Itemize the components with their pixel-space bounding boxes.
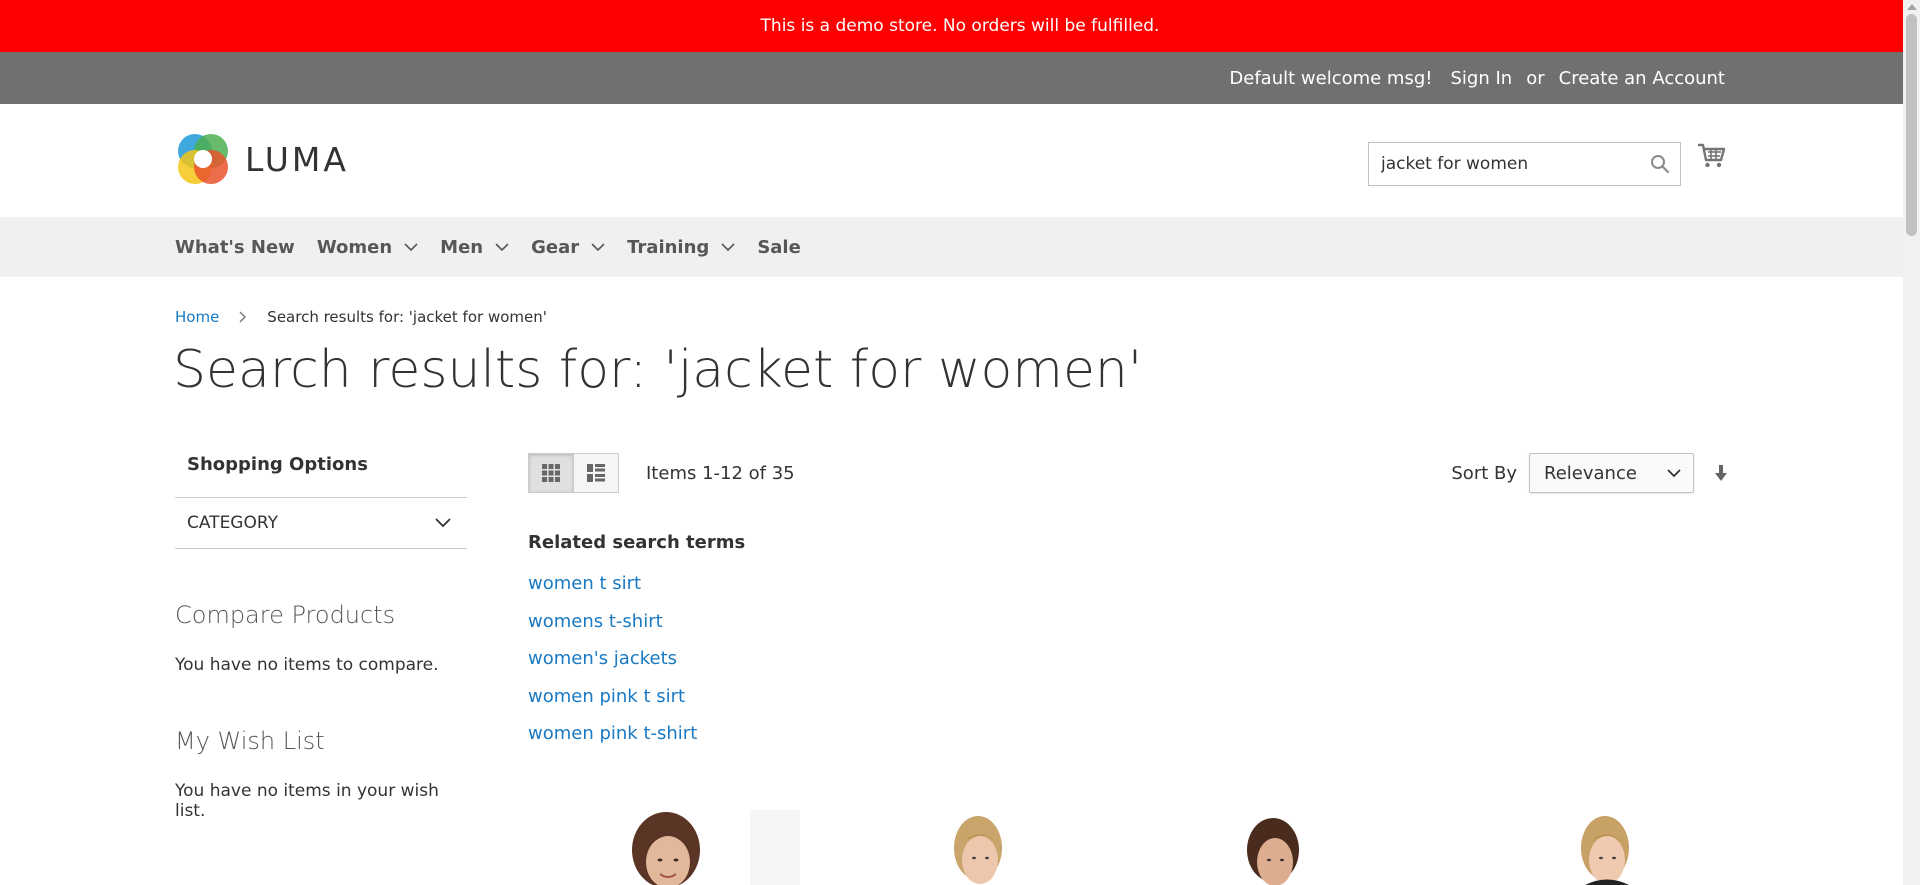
nav-item-label: Men	[440, 236, 484, 258]
breadcrumb-home-link[interactable]: Home	[175, 308, 219, 326]
list-view-button[interactable]	[573, 453, 619, 493]
shopping-options-title: Shopping Options	[187, 454, 368, 475]
product-photo-woman	[600, 810, 800, 885]
nav-item-label: Sale	[757, 236, 801, 258]
category-filter[interactable]: Category	[175, 497, 467, 549]
or-separator: or	[1526, 67, 1545, 89]
nav-item-gear[interactable]: Gear	[531, 237, 605, 258]
view-mode-switcher	[528, 453, 619, 493]
chevron-down-icon	[591, 242, 605, 251]
nav-item-label: Women	[316, 236, 393, 258]
product-image[interactable]	[920, 810, 1040, 885]
search-input[interactable]	[1381, 154, 1641, 174]
nav-item-sale[interactable]: Sale	[757, 237, 801, 258]
compare-empty-message: You have no items to compare.	[175, 655, 439, 675]
chevron-down-icon	[435, 518, 451, 528]
scrollbar-thumb[interactable]	[1906, 14, 1917, 236]
sort-direction-arrow-down-icon[interactable]	[1714, 464, 1728, 482]
nav-item-label: Training	[627, 236, 710, 258]
product-photo-woman	[1581, 816, 1629, 885]
breadcrumb-current: Search results for: 'jacket for women'	[267, 308, 547, 326]
demo-notice-bar: This is a demo store. No orders will be …	[0, 0, 1920, 52]
chevron-down-icon	[404, 242, 418, 251]
chevron-down-icon	[495, 242, 509, 251]
page-title: Search results for: 'jacket for women'	[173, 340, 1143, 400]
nav-item-men[interactable]: Men	[440, 237, 509, 258]
product-photo-woman	[1247, 818, 1299, 885]
sorter: Sort By Relevance	[1451, 453, 1728, 493]
create-account-link[interactable]: Create an Account	[1559, 68, 1725, 89]
compare-products-title: Compare Products	[175, 601, 396, 629]
category-filter-label: Category	[187, 513, 278, 533]
nav-item-whats-new[interactable]: What's New	[175, 237, 295, 258]
site-header: LUMA	[0, 104, 1920, 217]
nav-item-women[interactable]: Women	[317, 237, 418, 258]
demo-notice-text: This is a demo store. No orders will be …	[760, 16, 1160, 36]
related-term-link[interactable]: women t sirt	[528, 565, 745, 603]
chevron-down-icon	[721, 242, 735, 251]
scroll-up-arrow-icon[interactable]	[1907, 4, 1917, 10]
grid-icon	[542, 464, 560, 482]
chevron-down-icon	[1667, 468, 1681, 477]
related-search-terms-title: Related search terms	[528, 532, 746, 553]
logo[interactable]: LUMA	[175, 131, 349, 187]
cart-icon[interactable]	[1696, 140, 1726, 170]
products-toolbar: Items 1-12 of 35 Sort By Relevance	[528, 453, 1728, 493]
logo-text: LUMA	[245, 139, 349, 179]
related-term-link[interactable]: women pink t sirt	[528, 678, 745, 716]
welcome-message: Default welcome msg!	[1229, 67, 1433, 89]
grid-view-button[interactable]	[528, 453, 574, 493]
nav-item-label: What's New	[175, 236, 295, 258]
list-icon	[587, 464, 605, 482]
chevron-right-icon	[239, 311, 247, 323]
related-term-link[interactable]: women pink t-shirt	[528, 715, 745, 753]
breadcrumb: Home Search results for: 'jacket for wom…	[175, 308, 547, 326]
related-term-link[interactable]: womens t-shirt	[528, 603, 745, 641]
sort-by-value: Relevance	[1544, 462, 1637, 484]
product-image[interactable]	[600, 810, 800, 885]
search-icon[interactable]	[1650, 154, 1670, 174]
sort-by-select[interactable]: Relevance	[1529, 453, 1694, 493]
related-term-link[interactable]: women's jackets	[528, 640, 745, 678]
nav-item-label: Gear	[531, 236, 580, 258]
luma-logo-icon	[178, 134, 228, 184]
product-photo-woman	[954, 816, 1002, 884]
wishlist-title: My Wish List	[175, 727, 325, 755]
wishlist-empty-message: You have no items in your wish list.	[175, 781, 439, 821]
search-box	[1368, 142, 1681, 186]
sidebar: Shopping Options Category Compare Produc…	[175, 454, 467, 821]
sign-in-link[interactable]: Sign In	[1451, 68, 1513, 89]
page-scrollbar[interactable]	[1903, 0, 1920, 885]
panel-header: Default welcome msg! Sign In or Create a…	[0, 52, 1920, 104]
sort-by-label: Sort By	[1451, 462, 1517, 484]
nav-item-training[interactable]: Training	[627, 237, 735, 258]
product-image[interactable]	[1215, 810, 1335, 885]
toolbar-item-count: Items 1-12 of 35	[646, 463, 795, 484]
main-navigation: What's New Women Men Gear Training Sale	[0, 217, 1920, 277]
related-search-terms: Related search terms women t sirt womens…	[528, 532, 745, 753]
related-terms-list: women t sirt womens t-shirt women's jack…	[528, 565, 745, 753]
product-image[interactable]	[1545, 810, 1665, 885]
